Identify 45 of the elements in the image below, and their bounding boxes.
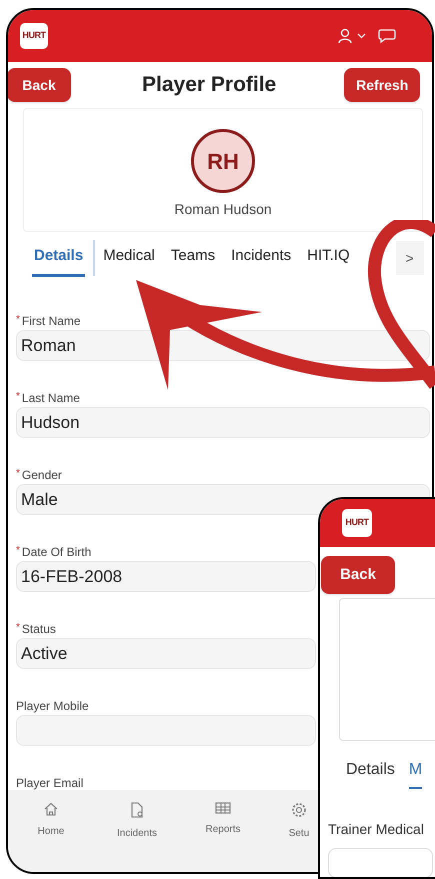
back-button[interactable]: Back (8, 68, 71, 102)
tab[interactable]: Teams (168, 239, 218, 277)
tab[interactable]: Details (32, 239, 86, 277)
avatar-initials: RH (191, 129, 255, 193)
required-marker: * (16, 390, 20, 404)
tab[interactable]: Details (346, 753, 395, 789)
table-icon (215, 802, 231, 814)
input-field[interactable]: 16-FEB-2008 (16, 561, 316, 592)
input-field[interactable] (328, 848, 433, 877)
required-marker: * (16, 313, 20, 327)
nav-tab[interactable]: Setu (280, 802, 318, 872)
nav-tab[interactable]: Home (8, 802, 94, 872)
field-label: Date Of Birth (22, 544, 92, 561)
input-field[interactable] (16, 715, 316, 746)
required-marker: * (16, 467, 20, 481)
field-label: Trainer Medical (327, 820, 425, 839)
document-icon (130, 802, 144, 818)
app-logo: HURT (342, 509, 372, 537)
tabs-more-button[interactable]: > (396, 241, 424, 275)
home-icon (44, 802, 58, 816)
user-icon[interactable] (337, 28, 353, 44)
tab[interactable]: M (408, 753, 422, 789)
field-label: Status (22, 621, 56, 638)
app-logo: HURT (20, 23, 48, 49)
player-name: Roman Hudson (174, 200, 272, 219)
field-label: First Name (22, 313, 81, 330)
input-field[interactable]: Active (16, 638, 316, 669)
field-label: Player Email (16, 775, 84, 792)
gear-icon (291, 802, 307, 818)
tab[interactable]: Incidents (229, 239, 294, 277)
nav-tab[interactable]: Incidents (94, 802, 180, 872)
chevron-down-icon[interactable] (357, 33, 366, 39)
field-label: Player Mobile (16, 698, 89, 715)
back-button[interactable]: Back (321, 556, 395, 594)
chat-icon[interactable] (378, 28, 396, 44)
nav-tab[interactable]: Reports (180, 802, 266, 872)
tab[interactable]: HIT.IQ (305, 239, 352, 277)
field-label: Gender (22, 467, 62, 484)
refresh-button[interactable]: Refresh (344, 68, 420, 102)
required-marker: * (16, 621, 20, 635)
field-label: Last Name (22, 390, 80, 407)
tab[interactable]: Medical (101, 239, 157, 277)
input-field[interactable]: Hudson (16, 407, 430, 438)
page-title: Player Profile (142, 72, 276, 98)
required-marker: * (16, 544, 20, 558)
